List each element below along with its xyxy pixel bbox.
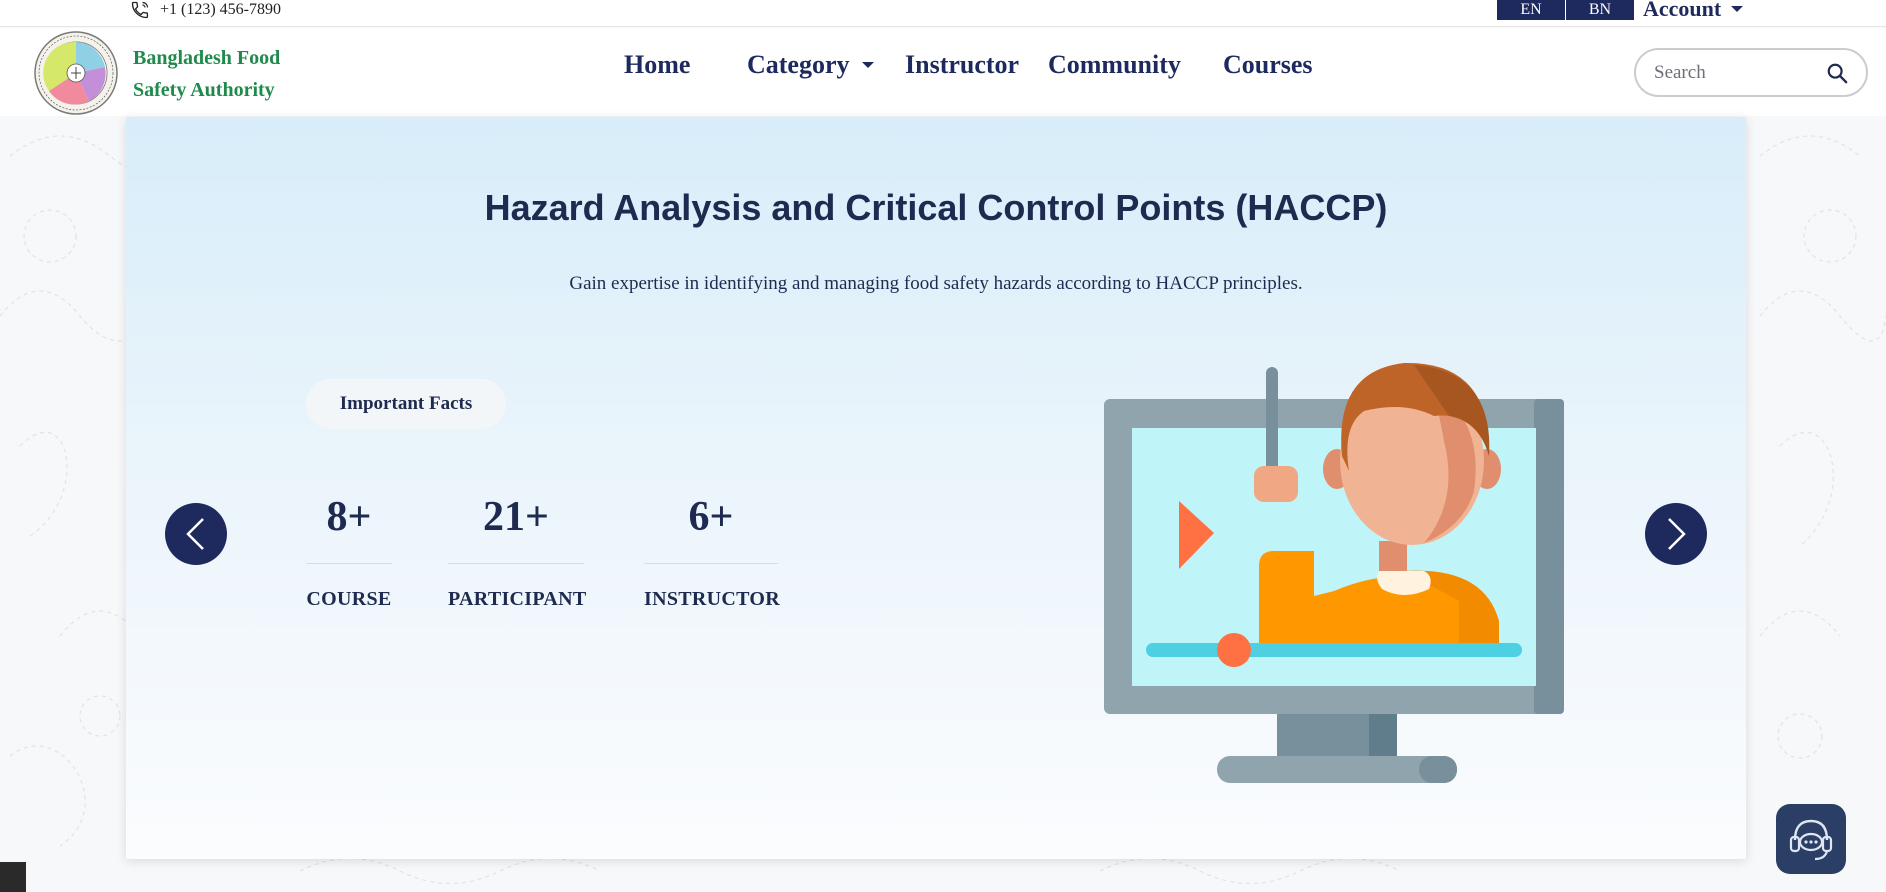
chevron-left-icon [186,518,204,550]
stat-divider [448,563,584,564]
search-box [1634,48,1868,97]
phone-number: +1 (123) 456-7890 [160,1,282,18]
stat-label: COURSE [306,588,392,610]
account-menu[interactable]: Account [1643,0,1744,21]
stat-label: PARTICIPANT [448,588,587,610]
logo-seal[interactable] [34,31,118,115]
main-header: Bangladesh Food Safety Authority Home Ca… [0,28,1886,116]
chevron-right-icon [1668,518,1686,550]
caret-down-icon [1731,6,1744,12]
caret-down-icon [861,62,874,68]
online-teaching-illustration [1104,362,1564,783]
nav-category[interactable]: Category [747,50,874,80]
stat-instructor: 6+ INSTRUCTOR [644,494,780,611]
stat-participant: 21+ PARTICIPANT [448,494,587,611]
brand-line-2: Safety Authority [133,79,275,101]
carousel-prev-button[interactable] [165,503,227,565]
stat-value: 6+ [688,494,734,540]
brand-name[interactable]: Bangladesh Food Safety Authority [133,42,323,106]
hero-subtitle: Gain expertise in identifying and managi… [569,273,1303,294]
hero-title: Hazard Analysis and Critical Control Poi… [484,187,1388,228]
account-label: Account [1643,0,1722,21]
corner-widget[interactable] [0,862,26,892]
nav-home[interactable]: Home [624,50,690,80]
nav-community-label: Community [1048,50,1181,79]
stat-value: 21+ [483,494,549,540]
nav-instructor[interactable]: Instructor [905,50,1019,80]
carousel-next-button[interactable] [1645,503,1707,565]
nav-courses[interactable]: Courses [1223,50,1313,80]
search-icon[interactable] [1826,62,1848,84]
stat-label: INSTRUCTOR [644,588,780,610]
nav-category-label: Category [747,50,850,79]
hero-slider: Hazard Analysis and Critical Control Poi… [126,117,1746,859]
top-bar: +1 (123) 456-7890 EN BN Account [0,0,1886,27]
support-chat-button[interactable] [1776,804,1846,874]
phone-icon [131,1,149,19]
search-input[interactable] [1654,61,1826,84]
phone-contact[interactable]: +1 (123) 456-7890 [130,0,281,20]
nav-community[interactable]: Community [1048,50,1181,80]
stat-value: 8+ [326,494,372,540]
nav-instructor-label: Instructor [905,50,1020,79]
language-bn-button[interactable]: BN [1566,0,1634,20]
brand-line-1: Bangladesh Food [133,47,281,69]
stat-course: 8+ COURSE [306,495,392,611]
important-facts-badge: Important Facts [306,379,506,429]
nav-courses-label: Courses [1223,50,1313,79]
stat-divider [306,563,392,564]
stat-divider [644,563,778,564]
nav-home-label: Home [624,50,691,79]
support-chat-icon [1789,819,1833,861]
language-en-button[interactable]: EN [1497,0,1565,20]
